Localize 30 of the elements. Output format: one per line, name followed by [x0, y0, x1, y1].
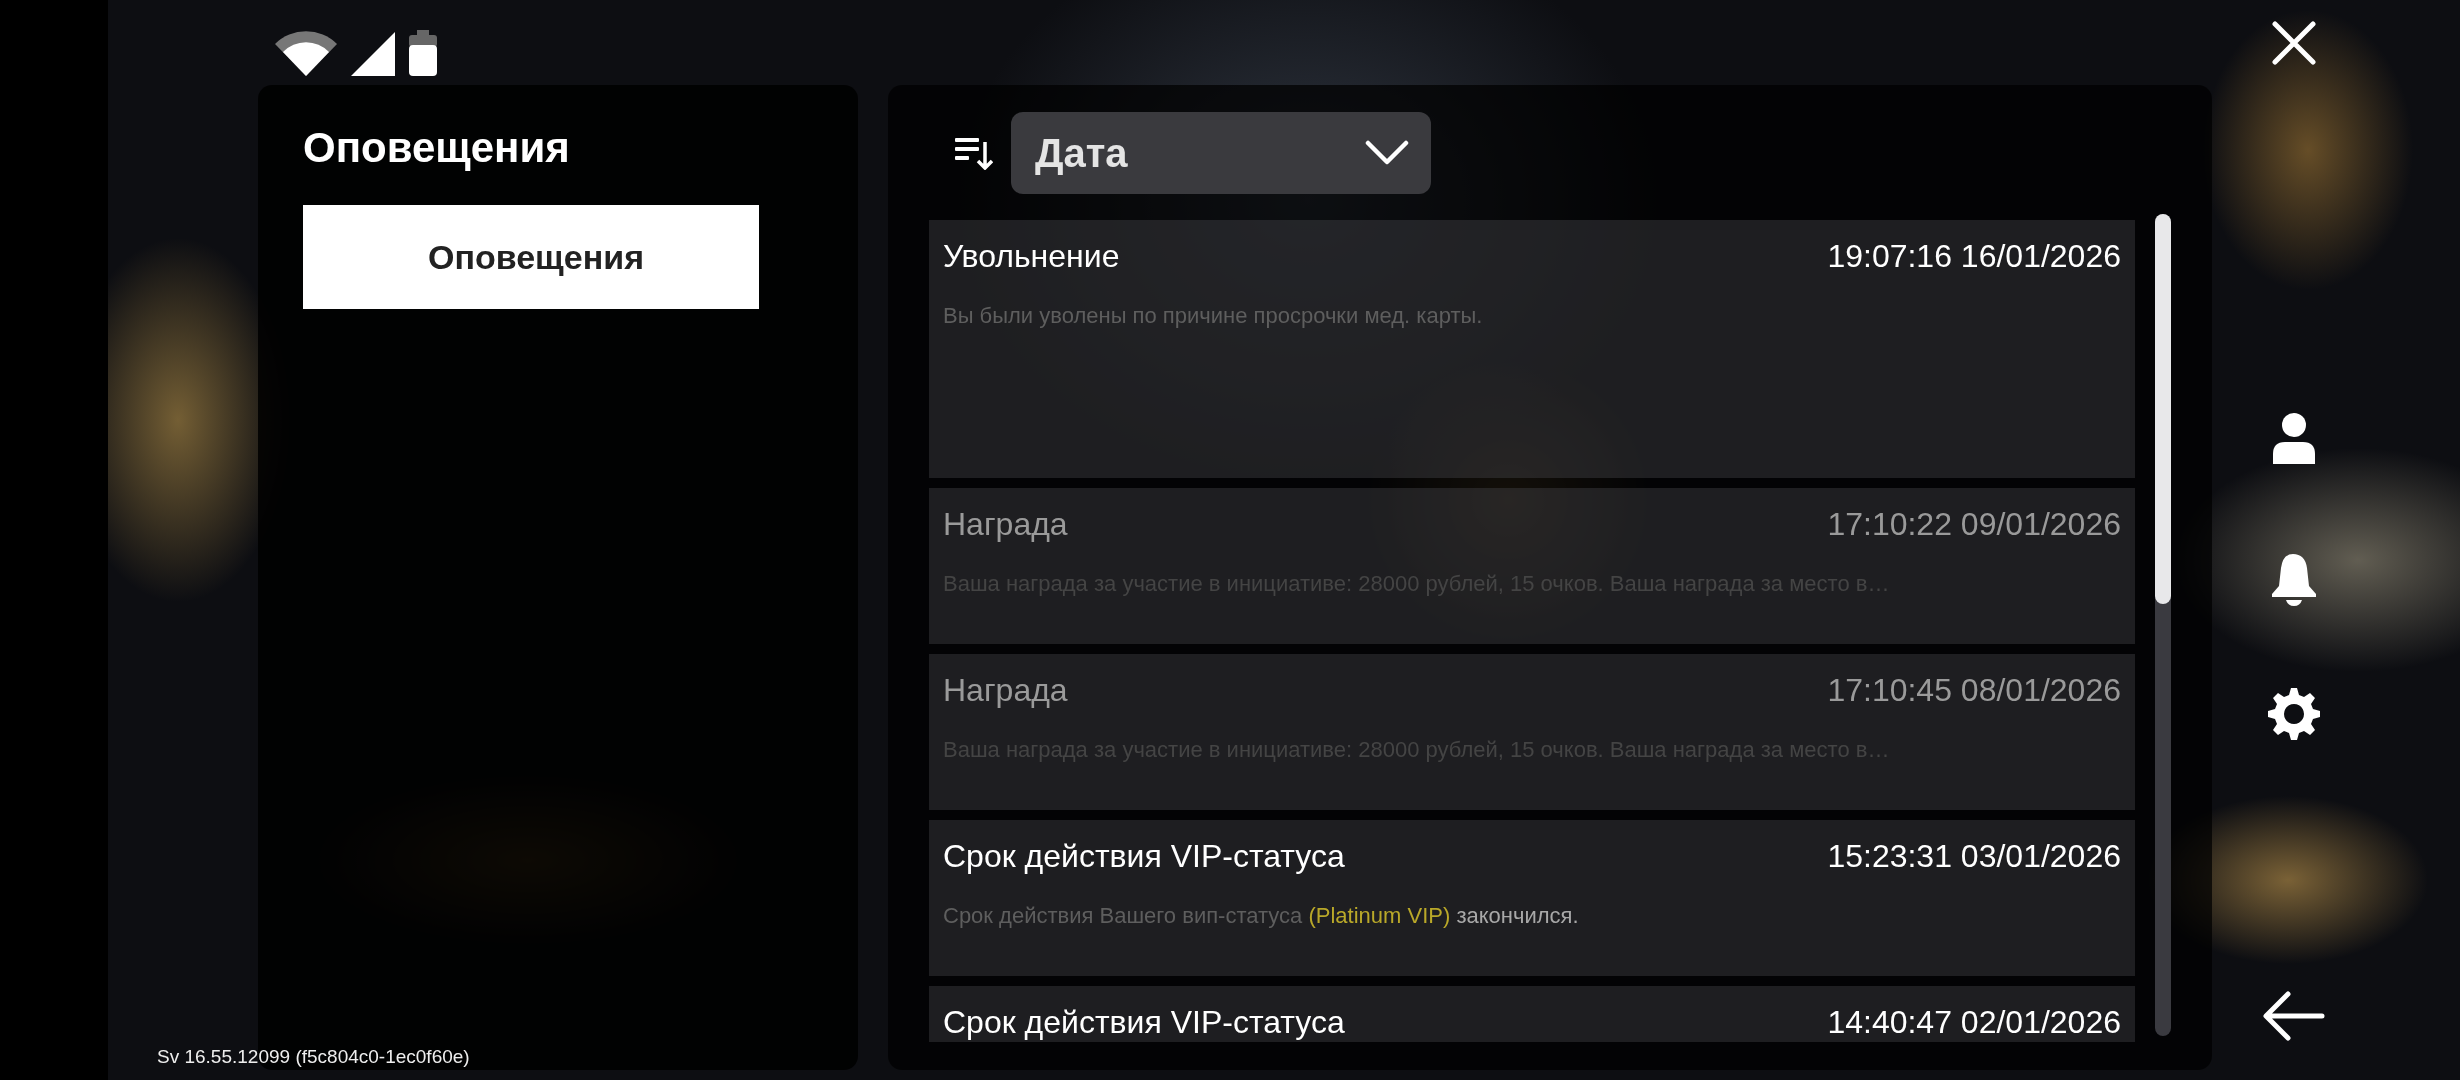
sidebar-title: Оповещения [303, 123, 571, 173]
battery-icon [409, 30, 437, 76]
notification-card[interactable]: Увольнение 19:07:16 16/01/2026 Вы были уволены по причине просрочки мед. карты. [929, 220, 2135, 478]
back-arrow-icon[interactable] [2262, 990, 2326, 1042]
user-icon[interactable] [2273, 412, 2315, 464]
close-icon[interactable] [2271, 20, 2317, 66]
notification-time: 17:10:22 09/01/2026 [1827, 505, 2121, 544]
sidebar-tab[interactable]: Оповещения [303, 205, 759, 309]
notification-card[interactable]: Срок действия VIP-статуса 15:23:31 03/01/2026 Срок действия Вашего вип-статуса (Platinum VIP) закончился. [929, 820, 2135, 976]
notification-card[interactable]: Срок действия VIP-статуса 14:40:47 02/01/2026 [929, 986, 2135, 1042]
notification-title: Срок действия VIP-статуса [943, 837, 1345, 876]
notification-title: Срок действия VIP-статуса [943, 1003, 1345, 1042]
notification-title: Увольнение [943, 237, 1120, 276]
signal-icon [351, 32, 395, 76]
notification-time: 15:23:31 03/01/2026 [1827, 837, 2121, 876]
notification-time: 19:07:16 16/01/2026 [1827, 237, 2121, 276]
wifi-icon [275, 30, 337, 76]
notification-text: Срок действия Вашего вип-статуса (Platinum VIP) закончился. [943, 902, 1580, 930]
settings-icon[interactable] [2268, 688, 2320, 740]
notification-title: Награда [943, 505, 1068, 544]
notification-title: Награда [943, 671, 1068, 710]
notification-text: Вы были уволены по причине просрочки мед. карты. [943, 302, 1484, 330]
scrollbar[interactable] [2155, 214, 2171, 1036]
sort-dropdown[interactable]: Дата [1011, 112, 1431, 194]
notification-time: 14:40:47 02/01/2026 [1827, 1003, 2121, 1042]
chevron-down-icon [1365, 140, 1409, 166]
sort-icon[interactable] [955, 136, 993, 170]
version-label: Sv 16.55.12099 (f5c804c0-1ec0f60e) [157, 1046, 470, 1068]
bell-icon[interactable] [2272, 552, 2316, 606]
notification-time: 17:10:45 08/01/2026 [1827, 671, 2121, 710]
